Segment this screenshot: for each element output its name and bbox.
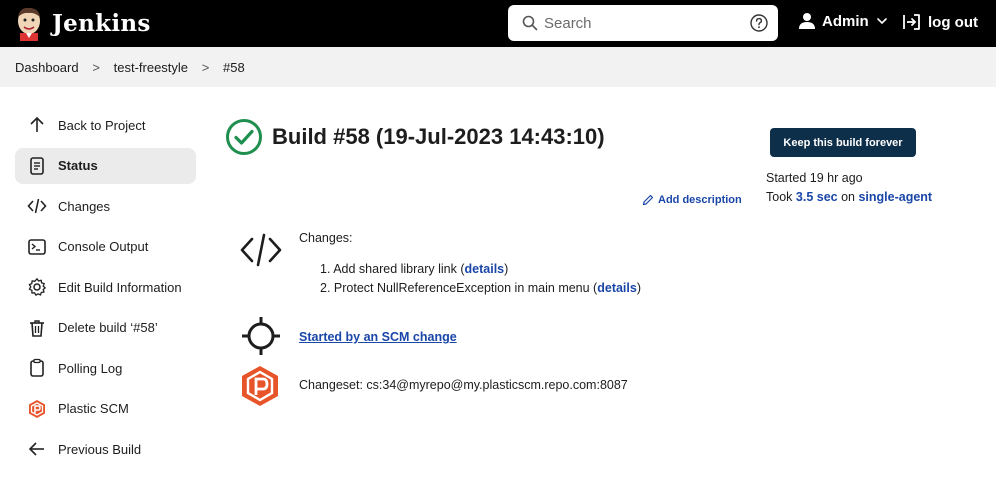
chevron-down-icon [876,18,887,25]
sidebar-item-changes[interactable]: Changes [15,188,196,224]
breadcrumb-separator: > [201,59,210,75]
sidebar: Back to Project Status Changes Console O… [15,107,196,472]
gear-icon [27,277,47,297]
sidebar-item-label: Delete build ‘#58’ [58,320,158,335]
breadcrumb-project[interactable]: test-freestyle [114,60,188,75]
trash-icon [27,318,47,338]
success-check-icon [226,119,262,155]
breadcrumb-dashboard[interactable]: Dashboard [15,60,79,75]
change-text: Add shared library link ( [333,262,465,276]
sidebar-item-label: Polling Log [58,360,123,376]
user-name: Admin [822,12,869,30]
sidebar-item-console-output[interactable]: Console Output [15,229,196,265]
keep-build-forever-button[interactable]: Keep this build forever [770,128,916,157]
sidebar-item-polling-log[interactable]: Polling Log [15,350,196,386]
change-number: 2. [320,281,334,295]
code-icon [27,196,47,216]
search-input[interactable] [544,5,744,41]
sidebar-item-label: Console Output [58,239,149,254]
sidebar-item-label: Status [58,158,98,173]
change-text: Protect NullReferenceException in main m… [333,281,598,295]
page-title: Build #58 (19-Jul-2023 14:43:10) [272,124,605,149]
sidebar-item-label: Previous Build [58,441,142,457]
changes-label: Changes: [299,231,353,245]
change-close: ) [636,281,642,295]
jenkins-logo-icon [18,7,40,41]
document-icon [27,156,47,176]
change-details-link[interactable]: details [597,281,637,295]
arrow-left-icon [27,439,47,459]
brand-name: Jenkins [52,9,151,37]
changeset-text: Changeset: cs:34@myrepo@my.plasticscm.re… [299,378,628,392]
build-duration-link[interactable]: 3.5 sec [796,190,838,204]
change-close: ) [504,262,509,276]
add-description-link[interactable]: Add description [642,194,742,206]
breadcrumb-build[interactable]: #58 [223,60,245,75]
sidebar-item-edit-build-information[interactable]: Edit Build Information [15,269,196,305]
logout-link[interactable]: log out [902,12,978,32]
pencil-icon [642,194,654,206]
sidebar-item-status[interactable]: Status [15,147,196,184]
user-icon [799,13,815,29]
crosshair-icon [242,317,280,355]
sidebar-item-label: Changes [58,198,111,214]
clipboard-icon [27,358,47,378]
sidebar-item-delete-build[interactable]: Delete build ‘#58’ [15,310,196,346]
sidebar-item-plastic-scm[interactable]: Plastic SCM [15,391,196,427]
search-icon [522,15,538,31]
user-menu[interactable]: Admin [798,12,887,30]
took-prefix: Took [766,190,796,204]
change-details-link[interactable]: details [465,262,505,276]
add-description-label: Add description [658,194,742,206]
list-item: 2. Protect NullReferenceException in mai… [320,281,641,300]
code-icon [240,233,282,267]
plastic-scm-icon [242,366,278,406]
agent-link[interactable]: single-agent [858,190,932,204]
top-bar: Jenkins Admin log out [0,0,996,47]
change-list: 1. Add shared library link (details) 2. … [320,262,641,300]
plastic-scm-icon [27,399,47,419]
list-item: 1. Add shared library link (details) [320,262,641,281]
scm-change-cause-link[interactable]: Started by an SCM change [299,330,457,344]
build-duration-text: Took 3.5 sec on single-agent [766,190,932,204]
breadcrumb: Dashboard > test-freestyle > #58 [0,47,996,87]
sidebar-item-label: Edit Build Information [58,279,182,295]
took-on: on [837,190,859,204]
sidebar-item-previous-build[interactable]: Previous Build [15,431,196,467]
help-icon[interactable] [750,14,768,32]
breadcrumb-separator: > [92,59,100,75]
jenkins-home-link[interactable]: Jenkins [14,5,151,41]
logout-icon [903,14,920,30]
sidebar-item-back-to-project[interactable]: Back to Project [15,107,196,143]
sidebar-item-label: Plastic SCM [58,401,129,416]
sidebar-item-label: Back to Project [58,117,146,133]
build-started-text: Started 19 hr ago [766,171,863,185]
arrow-up-icon [27,115,47,135]
logout-label: log out [928,13,978,31]
terminal-icon [27,237,47,257]
build-title-row: Build #58 (19-Jul-2023 14:43:10) [225,118,605,156]
change-number: 1. [320,262,334,276]
search-box[interactable] [508,5,778,41]
